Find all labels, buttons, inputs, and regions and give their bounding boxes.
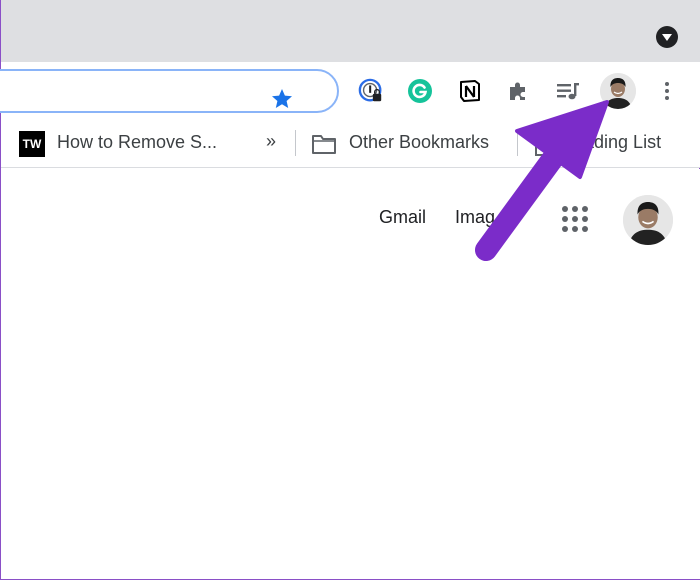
reading-list-icon bbox=[535, 132, 557, 156]
tw-favicon-icon: TW bbox=[19, 131, 45, 157]
address-bar[interactable] bbox=[0, 69, 339, 113]
reading-list-button[interactable]: Reading List bbox=[534, 120, 700, 168]
media-control-button[interactable] bbox=[555, 78, 581, 104]
profile-avatar-button[interactable] bbox=[600, 73, 636, 109]
other-bookmarks-label: Other Bookmarks bbox=[349, 132, 490, 152]
star-icon bbox=[272, 89, 292, 108]
images-link[interactable]: Imag bbox=[455, 207, 495, 228]
chevron-down-icon bbox=[662, 34, 672, 41]
bookmarks-divider bbox=[295, 130, 296, 156]
gmail-link[interactable]: Gmail bbox=[379, 207, 426, 228]
folder-icon bbox=[312, 135, 336, 154]
bookmark-star-button[interactable] bbox=[269, 87, 295, 116]
onepassword-extension-button[interactable] bbox=[358, 78, 384, 104]
onepassword-icon bbox=[358, 78, 382, 102]
grammarly-icon bbox=[408, 79, 432, 103]
avatar bbox=[600, 73, 636, 109]
chrome-menu-button[interactable] bbox=[654, 78, 680, 104]
other-bookmarks-folder[interactable]: Other Bookmarks bbox=[311, 120, 506, 168]
more-vert-icon bbox=[665, 82, 669, 100]
browser-toolbar bbox=[0, 62, 700, 120]
notion-icon bbox=[460, 80, 480, 102]
tab-search-button[interactable] bbox=[656, 26, 678, 48]
media-control-icon bbox=[557, 83, 579, 100]
tab-strip bbox=[1, 0, 700, 62]
bookmark-label: How to Remove S... bbox=[57, 132, 218, 152]
bookmarks-bar: TW How to Remove S... » Other Bookmarks … bbox=[1, 120, 700, 168]
bookmarks-overflow-button[interactable]: » bbox=[266, 131, 276, 152]
avatar bbox=[623, 195, 673, 245]
bookmark-item-how-to-remove[interactable]: TW How to Remove S... bbox=[19, 120, 249, 168]
grammarly-extension-button[interactable] bbox=[407, 78, 433, 104]
puzzle-icon bbox=[510, 82, 525, 100]
google-account-avatar[interactable] bbox=[623, 195, 673, 245]
notion-extension-button[interactable] bbox=[457, 78, 483, 104]
extensions-button[interactable] bbox=[505, 78, 531, 104]
google-homepage: Gmail Imag bbox=[1, 169, 700, 579]
reading-list-label: Reading List bbox=[561, 132, 662, 152]
bookmarks-divider bbox=[517, 130, 518, 156]
google-apps-button[interactable] bbox=[562, 206, 588, 232]
